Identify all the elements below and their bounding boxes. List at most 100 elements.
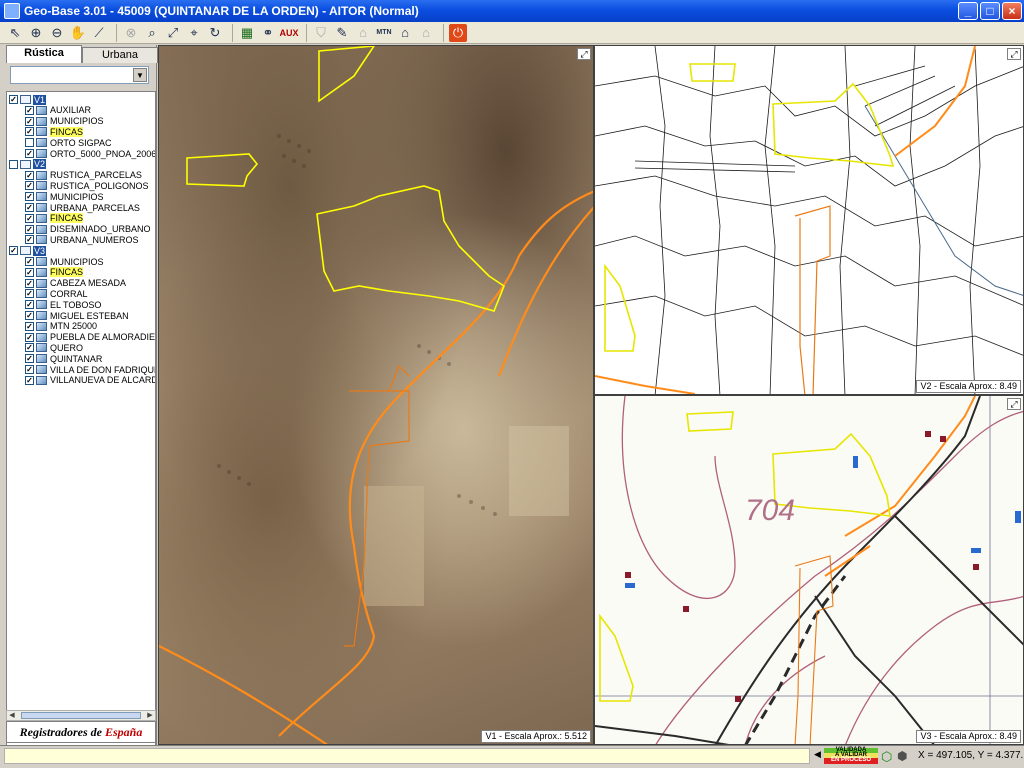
layer-item[interactable]: ✓ ORTO_5000_PNOA_2006 bbox=[25, 148, 155, 159]
layers-icon[interactable]: ▦ bbox=[238, 24, 256, 42]
zoom-out-icon[interactable]: ⊖ bbox=[48, 24, 66, 42]
layer-checkbox[interactable]: ✓ bbox=[25, 257, 34, 266]
layer-icon bbox=[36, 332, 47, 342]
layer-icon bbox=[36, 181, 47, 191]
layer-item[interactable]: ✓ CORRAL bbox=[25, 288, 88, 299]
refresh-icon[interactable]: ↻ bbox=[206, 24, 224, 42]
layer-group-v2[interactable]: V2 bbox=[9, 159, 47, 170]
layer-checkbox[interactable]: ✓ bbox=[25, 300, 34, 310]
cube-icon[interactable]: ⬢ bbox=[897, 749, 911, 763]
edit-icon[interactable]: ✎ bbox=[333, 24, 351, 42]
tab-rustica[interactable]: Rústica bbox=[6, 45, 82, 63]
layer-item[interactable]: ✓ MUNICIPIOS bbox=[25, 116, 104, 127]
aux-icon[interactable]: AUX bbox=[280, 24, 299, 42]
layer-checkbox[interactable] bbox=[25, 138, 34, 148]
layer-checkbox[interactable]: ✓ bbox=[25, 365, 34, 374]
map-view-v2[interactable]: ⤢ V2 - Escala Aprox.: 8.49 bbox=[594, 45, 1024, 395]
layer-checkbox[interactable]: ✓ bbox=[25, 278, 34, 288]
layer-item[interactable]: ✓ RUSTICA_PARCELAS bbox=[25, 170, 142, 181]
layer-item[interactable]: ✓ FINCAS bbox=[25, 267, 84, 278]
zoom-extents-icon[interactable]: ⤢ bbox=[164, 24, 182, 42]
layer-checkbox[interactable]: ✓ bbox=[25, 170, 34, 180]
layer-item[interactable]: ✓ PUEBLA DE ALMORADIEL bbox=[25, 332, 155, 343]
layer-checkbox[interactable]: ✓ bbox=[25, 267, 34, 277]
municipality-select[interactable]: ▼ bbox=[10, 66, 149, 84]
layer-icon bbox=[36, 375, 47, 385]
layer-checkbox[interactable]: ✓ bbox=[25, 203, 34, 212]
tab-urbana[interactable]: Urbana bbox=[82, 47, 158, 63]
power-icon[interactable]: ⏻ bbox=[449, 23, 467, 42]
layer-checkbox[interactable]: ✓ bbox=[25, 354, 34, 364]
layer-item[interactable]: ✓ URBANA_NUMEROS bbox=[25, 234, 139, 245]
layer-item[interactable]: ✓ FINCAS bbox=[25, 213, 84, 224]
layer-checkbox[interactable]: ✓ bbox=[25, 149, 34, 158]
layer-group-v3[interactable]: ✓ V3 bbox=[9, 245, 47, 256]
layer-item[interactable]: ✓ VILLANUEVA DE ALCARDETE bbox=[25, 375, 155, 386]
minimize-button[interactable]: _ bbox=[958, 2, 978, 20]
layer-label: MUNICIPIOS bbox=[50, 256, 104, 267]
layer-checkbox[interactable]: ✓ bbox=[9, 95, 18, 104]
layer-item[interactable]: ✓ URBANA_PARCELAS bbox=[25, 202, 140, 213]
select-arrow-icon[interactable]: ⇖ bbox=[6, 24, 24, 42]
mtn-icon[interactable]: MTN bbox=[375, 24, 393, 42]
layer-checkbox[interactable] bbox=[9, 159, 18, 169]
layer-item[interactable]: ✓ MUNICIPIOS bbox=[25, 256, 104, 267]
zoom-in-icon[interactable]: ⊕ bbox=[27, 24, 45, 42]
scroll-thumb[interactable] bbox=[21, 712, 141, 719]
layer-checkbox[interactable]: ✓ bbox=[25, 321, 34, 331]
pan-hand-icon[interactable]: ✋ bbox=[69, 24, 87, 42]
layer-item[interactable]: ✓ QUERO bbox=[25, 342, 83, 353]
layer-label: MUNICIPIOS bbox=[50, 116, 104, 127]
scroll-left-icon[interactable]: ◀ bbox=[7, 711, 17, 720]
layer-checkbox[interactable]: ✓ bbox=[25, 311, 34, 320]
maximize-button[interactable]: □ bbox=[980, 2, 1000, 20]
layer-item[interactable]: ✓ AUXILIAR bbox=[25, 105, 91, 116]
zoom-window-icon[interactable]: ⌕ bbox=[143, 24, 161, 42]
binoculars-icon[interactable]: ⚭ bbox=[259, 24, 277, 42]
layer-item[interactable]: ✓ CABEZA MESADA bbox=[25, 278, 126, 289]
layer-checkbox[interactable]: ✓ bbox=[25, 213, 34, 223]
layer-item[interactable]: ✓ MTN 25000 bbox=[25, 321, 97, 332]
validation-legend: ◀ VALIDADA A VALIDAR EN PROCESO ⬡ ⬢ bbox=[814, 747, 911, 764]
layer-checkbox[interactable]: ✓ bbox=[25, 181, 34, 191]
layer-label: URBANA_PARCELAS bbox=[50, 202, 140, 213]
hexagon-icon[interactable]: ⬡ bbox=[881, 749, 895, 764]
layer-label: RUSTICA_POLIGONOS bbox=[50, 180, 149, 191]
scroll-right-icon[interactable]: ▶ bbox=[145, 711, 155, 720]
layer-checkbox[interactable]: ✓ bbox=[25, 127, 34, 137]
maximize-view-icon[interactable]: ⤢ bbox=[577, 48, 591, 60]
layer-checkbox[interactable]: ✓ bbox=[25, 332, 34, 342]
measure-icon[interactable]: ⟋ bbox=[90, 24, 108, 42]
tree-horizontal-scrollbar[interactable]: ◀ ▶ bbox=[6, 710, 156, 721]
layer-item[interactable]: ✓ FINCAS bbox=[25, 126, 84, 137]
layer-item[interactable]: ORTO SIGPAC bbox=[25, 137, 112, 148]
zoom-previous-icon[interactable]: ⌖ bbox=[185, 24, 203, 42]
layer-item[interactable]: ✓ DISEMINADO_URBANO bbox=[25, 224, 151, 235]
layer-item[interactable]: ✓ MIGUEL ESTEBAN bbox=[25, 310, 129, 321]
layer-checkbox[interactable]: ✓ bbox=[25, 235, 34, 245]
house-icon[interactable]: ⌂ bbox=[396, 24, 414, 42]
layer-item[interactable]: ✓ VILLA DE DON FADRIQUE bbox=[25, 364, 155, 375]
map-view-v3[interactable]: 704 ⤢ V3 - Escala Aprox.: 8.49 bbox=[594, 395, 1024, 745]
app-icon bbox=[4, 3, 20, 19]
close-button[interactable]: × bbox=[1002, 2, 1022, 20]
layer-item[interactable]: ✓ EL TOBOSO bbox=[25, 299, 101, 310]
maximize-view-icon[interactable]: ⤢ bbox=[1007, 398, 1021, 410]
layer-checkbox[interactable]: ✓ bbox=[25, 224, 34, 234]
layer-item[interactable]: ✓ QUINTANAR bbox=[25, 353, 102, 364]
maximize-view-icon[interactable]: ⤢ bbox=[1007, 48, 1021, 60]
chevron-left-icon[interactable]: ◀ bbox=[814, 749, 824, 763]
layer-checkbox[interactable]: ✓ bbox=[25, 343, 34, 353]
layer-item[interactable]: ✓ RUSTICA_POLIGONOS bbox=[25, 180, 149, 191]
chevron-down-icon[interactable]: ▼ bbox=[133, 68, 147, 82]
layer-checkbox[interactable]: ✓ bbox=[25, 375, 34, 385]
layer-item[interactable]: ✓ MUNICIPIOS bbox=[25, 191, 104, 202]
layer-checkbox[interactable]: ✓ bbox=[25, 116, 34, 126]
layer-checkbox[interactable]: ✓ bbox=[25, 289, 34, 299]
layer-checkbox[interactable]: ✓ bbox=[25, 105, 34, 115]
layer-group-v1[interactable]: ✓ V1 bbox=[9, 94, 47, 105]
view-icon bbox=[20, 246, 31, 256]
map-view-v1[interactable]: ⤢ V1 - Escala Aprox.: 5.512 bbox=[158, 45, 594, 745]
layer-checkbox[interactable]: ✓ bbox=[9, 246, 18, 256]
layer-checkbox[interactable]: ✓ bbox=[25, 192, 34, 202]
